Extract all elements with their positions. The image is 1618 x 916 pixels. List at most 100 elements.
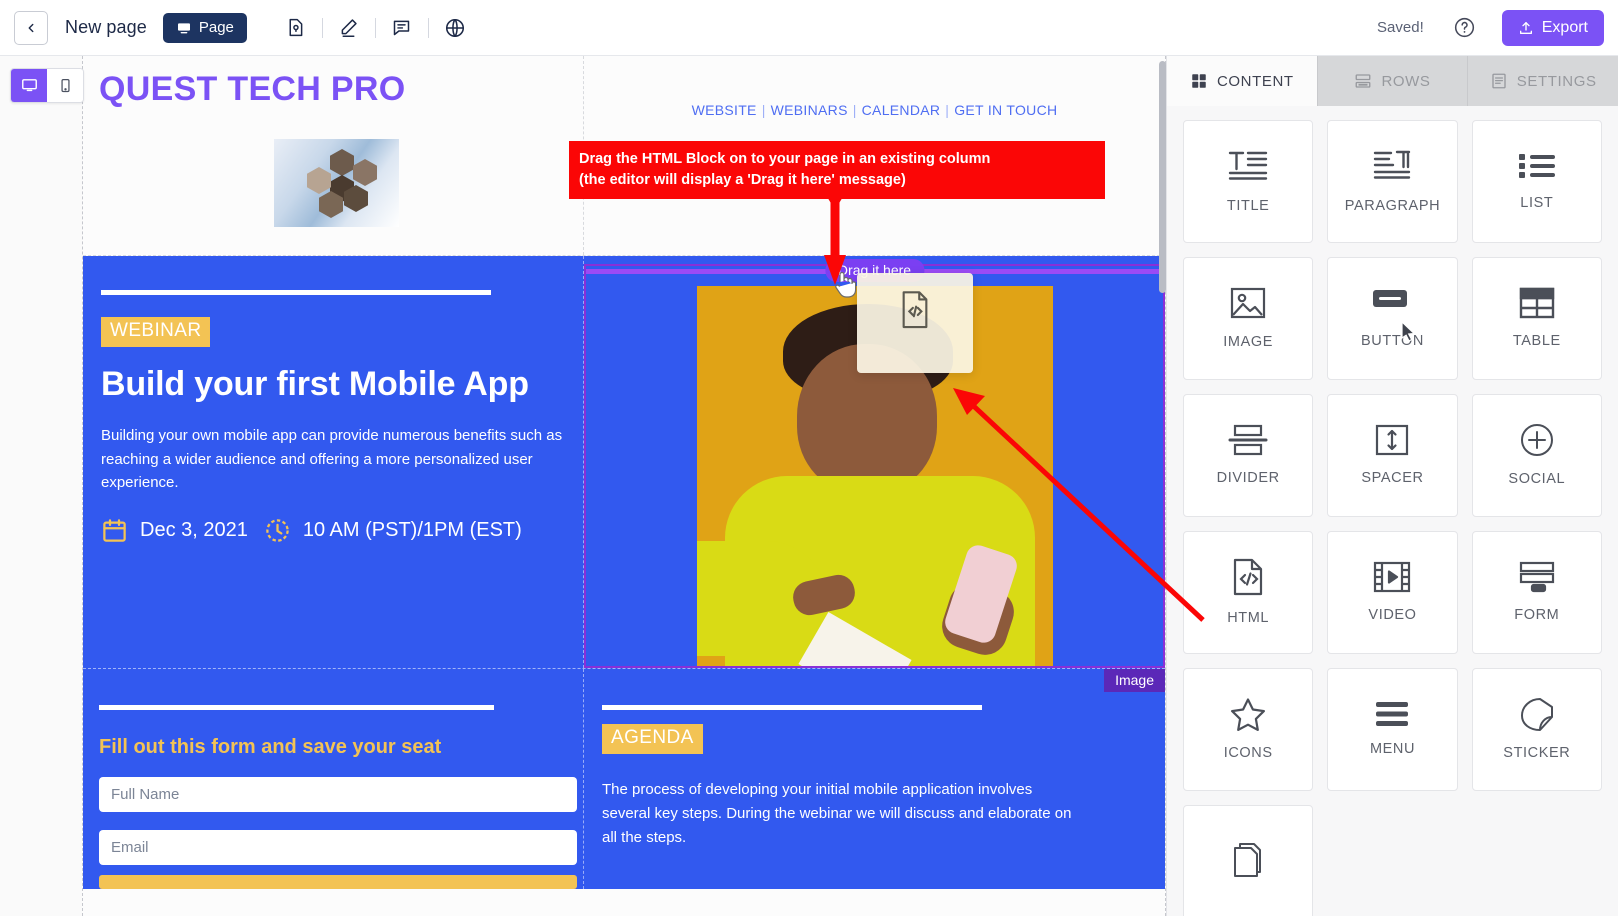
grid-icon (1192, 74, 1206, 88)
divider-icon (1228, 424, 1268, 456)
block-list-label: LIST (1520, 195, 1554, 212)
email-header-left-column[interactable]: QUEST TECH PRO (83, 56, 584, 255)
screen-icon (177, 22, 190, 33)
nav-separator: | (945, 102, 950, 118)
tab-rows-label: ROWS (1381, 72, 1431, 90)
pen-underline-icon[interactable] (330, 9, 368, 47)
hero-image-column[interactable]: Drag it here Image (584, 256, 1165, 692)
block-menu[interactable]: MENU (1327, 668, 1458, 791)
block-pages[interactable] (1183, 805, 1314, 916)
calendar-icon (103, 518, 126, 542)
settings-list-icon (1492, 73, 1506, 89)
block-menu-label: MENU (1369, 741, 1416, 758)
tab-rows[interactable]: ROWS (1317, 56, 1469, 106)
file-settings-icon[interactable] (277, 9, 315, 47)
canvas-scrollbar[interactable] (1159, 56, 1166, 916)
comment-icon[interactable] (383, 9, 421, 47)
form-rule (99, 705, 494, 710)
block-paragraph-label: PARAGRAPH (1344, 198, 1441, 215)
brand-logo-text: QUEST TECH PRO (99, 70, 406, 108)
email-input[interactable]: Email (99, 830, 577, 865)
form-column[interactable]: Fill out this form and save your seat Fu… (83, 669, 584, 889)
block-html[interactable]: HTML (1183, 531, 1314, 654)
email-hero-row[interactable]: WEBINAR Build your first Mobile App Buil… (83, 256, 1165, 692)
block-table[interactable]: TABLE (1471, 257, 1602, 380)
email-bottom-row[interactable]: Fill out this form and save your seat Fu… (83, 669, 1165, 889)
page-mode-chip[interactable]: Page (162, 12, 247, 43)
nav-link-calendar[interactable]: CALENDAR (862, 102, 941, 118)
form-submit-button[interactable] (99, 875, 577, 889)
block-list[interactable]: LIST (1471, 120, 1602, 243)
video-icon (1373, 561, 1411, 593)
block-title[interactable]: TITLE (1183, 120, 1314, 243)
clock-icon (266, 518, 289, 542)
canvas-scrollbar-thumb[interactable] (1159, 61, 1166, 293)
social-plus-icon (1520, 423, 1554, 457)
full-name-input[interactable]: Full Name (99, 777, 577, 812)
hero-time-item: 10 AM (PST)/1PM (EST) (264, 517, 522, 544)
back-button[interactable] (14, 10, 48, 45)
block-button[interactable]: BUTTON (1327, 257, 1458, 380)
block-html-label: HTML (1227, 610, 1270, 627)
hero-paragraph: Building your own mobile app can provide… (101, 427, 563, 492)
nav-link-get-in-touch[interactable]: GET IN TOUCH (954, 102, 1057, 118)
tab-content[interactable]: CONTENT (1167, 56, 1318, 106)
nav-separator: | (852, 102, 857, 118)
html-code-icon (902, 291, 928, 329)
desktop-icon (21, 79, 37, 92)
form-heading: Fill out this form and save your seat (99, 736, 442, 758)
header-nav-links: WEBSITE | WEBINARS | CALENDAR | GET IN TOUCH (584, 102, 1165, 118)
full-name-placeholder: Full Name (111, 786, 180, 803)
chevron-left-icon (28, 23, 34, 32)
export-button[interactable]: Export (1501, 9, 1604, 46)
block-video[interactable]: VIDEO (1327, 531, 1458, 654)
mobile-view-button[interactable] (47, 69, 83, 102)
block-icons[interactable]: ICONS (1183, 668, 1314, 791)
nav-link-website[interactable]: WEBSITE (692, 102, 757, 118)
agenda-column[interactable]: AGENDA The process of developing your in… (584, 669, 1165, 889)
table-icon (1519, 287, 1555, 319)
block-divider-label: DIVIDER (1216, 470, 1280, 487)
grabbing-hand-cursor (833, 268, 859, 303)
email-editor-app: New page Page Saved! Export QUEST TECH P… (0, 0, 1618, 916)
block-sticker-label: STICKER (1503, 745, 1571, 762)
block-sticker[interactable]: STICKER (1471, 668, 1602, 791)
top-toolbar: New page Page Saved! Export (0, 0, 1618, 56)
hero-date-item: Dec 3, 2021 (101, 517, 248, 544)
block-spacer[interactable]: SPACER (1327, 394, 1458, 517)
block-video-label: VIDEO (1368, 607, 1417, 624)
page-chip-label: Page (198, 19, 234, 36)
paragraph-icon (1371, 148, 1413, 184)
dragged-html-block-ghost[interactable] (857, 273, 973, 373)
hero-text-column[interactable]: WEBINAR Build your first Mobile App Buil… (83, 256, 584, 668)
question-circle-icon[interactable] (1450, 13, 1480, 43)
device-preview-toggle (10, 68, 84, 103)
spacer-icon (1375, 424, 1409, 456)
globe-icon[interactable] (436, 9, 474, 47)
block-form[interactable]: FORM (1471, 531, 1602, 654)
desktop-view-button[interactable] (11, 69, 47, 102)
title-icon (1227, 148, 1269, 184)
hand-cursor-icon (835, 271, 857, 298)
block-image-label: IMAGE (1223, 334, 1274, 351)
block-social[interactable]: SOCIAL (1471, 394, 1602, 517)
content-blocks-grid: TITLE PARAGRAPH LIST IMAGE BUTTON TABLE … (1167, 106, 1618, 916)
toolbar-icon-group (277, 9, 474, 47)
nav-link-webinars[interactable]: WEBINARS (771, 102, 848, 118)
sticker-icon (1519, 697, 1555, 732)
hamburger-icon (1374, 701, 1410, 727)
block-spacer-label: SPACER (1361, 470, 1424, 487)
header-hero-image[interactable] (274, 139, 399, 227)
block-paragraph[interactable]: PARAGRAPH (1327, 120, 1458, 243)
block-button-label: BUTTON (1361, 333, 1424, 350)
mobile-icon (60, 78, 70, 93)
saved-status: Saved! (1377, 19, 1424, 36)
block-divider[interactable]: DIVIDER (1183, 394, 1314, 517)
block-image[interactable]: IMAGE (1183, 257, 1314, 380)
block-social-label: SOCIAL (1508, 471, 1566, 488)
hero-heading: Build your first Mobile App (101, 365, 529, 403)
email-placeholder: Email (111, 839, 149, 856)
tab-settings[interactable]: SETTINGS (1468, 56, 1618, 106)
agenda-rule (602, 705, 982, 710)
page-title: New page (65, 17, 147, 37)
